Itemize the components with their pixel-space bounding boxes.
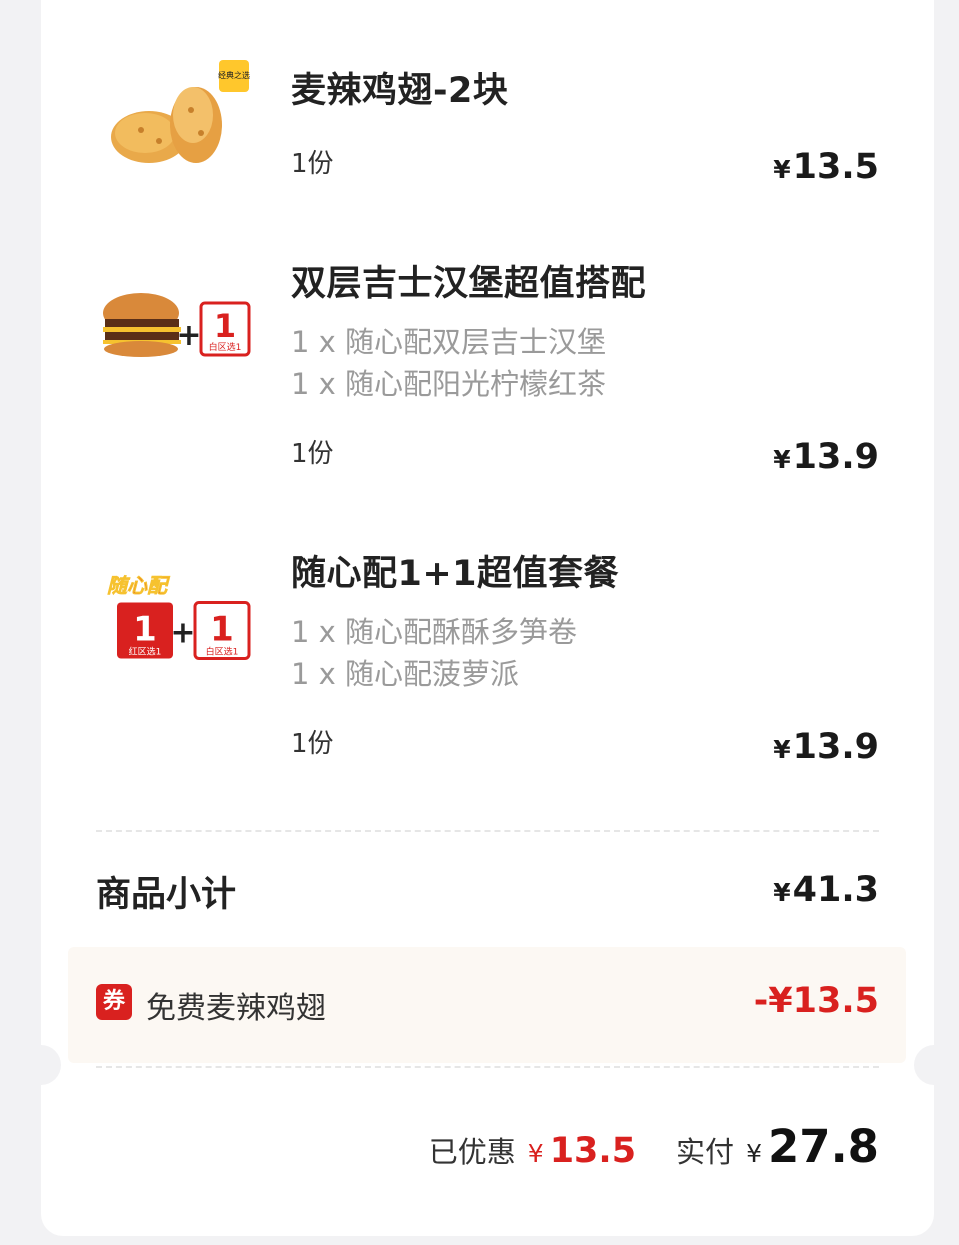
ticket-notch-right [914, 1045, 934, 1085]
paid-label: 实付 [676, 1135, 735, 1169]
coupon-label: 免费麦辣鸡翅 [146, 991, 326, 1026]
discount-label: 已优惠 [428, 1135, 516, 1169]
item-detail-line: 1 x 随心配双层吉士汉堡 [291, 325, 607, 359]
item-price: ¥13.5 [773, 147, 879, 187]
discount-value: 13.5 [549, 1131, 637, 1171]
currency-symbol: ¥ [773, 735, 791, 764]
dashed-divider [96, 1066, 879, 1068]
item-name: 麦辣鸡翅-2块 [291, 71, 509, 111]
classic-choice-badge-text: 经典之选 [218, 70, 250, 80]
double-cheeseburger-combo-image: + 1 白区选1 [103, 293, 251, 357]
item-price-value: 13.9 [792, 727, 879, 767]
coupon-discount-value: -¥13.5 [753, 981, 879, 1021]
paid-value: 27.8 [767, 1120, 879, 1173]
item-price-value: 13.9 [792, 437, 879, 477]
item-price: ¥13.9 [773, 727, 879, 767]
ticket-notch-left [41, 1045, 61, 1085]
combo-badge-right-number: 1 [210, 610, 234, 650]
combo-badge-left-number: 1 [133, 610, 157, 650]
currency-symbol: ¥ [527, 1139, 544, 1168]
subtotal-amount: 41.3 [792, 870, 879, 910]
item-name: 双层吉士汉堡超值搭配 [291, 264, 647, 304]
currency-symbol: ¥ [773, 155, 791, 184]
subtotal-label: 商品小计 [96, 875, 237, 915]
currency-symbol: ¥ [773, 878, 791, 907]
item-quantity: 1份 [291, 439, 334, 469]
item-price: ¥13.9 [773, 437, 879, 477]
combo-badge-right-subtext: 白区选1 [206, 646, 239, 658]
combo-badge-subtext: 白区选1 [209, 341, 242, 353]
chicken-wings-image: 经典之选 [111, 60, 250, 163]
item-name: 随心配1+1超值套餐 [291, 554, 620, 594]
combo-badge-left-subtext: 红区选1 [129, 646, 162, 658]
combo-badge-title: 随心配 [107, 574, 171, 598]
coupon-ticket-icon: 券 [96, 984, 132, 1020]
dashed-divider [96, 830, 879, 832]
item-quantity: 1份 [291, 729, 334, 759]
combo-badge-number: 1 [214, 307, 236, 345]
pick-any-1plus1-combo-image: 随心配 1 红区选1 + 1 白区选1 [107, 573, 251, 660]
currency-symbol: ¥ [746, 1139, 762, 1168]
order-totals: 已优惠 ¥ 13.5 实付 ¥ 27.8 [429, 1120, 879, 1173]
order-summary-card: 经典之选 麦辣鸡翅-2块 1份 ¥13.5 + 1 白区选1 双层吉士汉堡超值搭… [41, 0, 934, 1236]
combo-plus-sign: + [170, 616, 195, 651]
item-detail-line: 1 x 随心配阳光柠檬红茶 [291, 367, 607, 401]
coupon-row[interactable]: 券 免费麦辣鸡翅 -¥13.5 [68, 947, 906, 1063]
subtotal-value: ¥41.3 [773, 870, 879, 910]
currency-symbol: ¥ [773, 445, 791, 474]
item-quantity: 1份 [291, 149, 334, 179]
item-detail-line: 1 x 随心配酥酥多笋卷 [291, 615, 578, 649]
combo-plus-sign: + [176, 318, 201, 353]
item-price-value: 13.5 [792, 147, 879, 187]
item-detail-line: 1 x 随心配菠萝派 [291, 657, 520, 691]
